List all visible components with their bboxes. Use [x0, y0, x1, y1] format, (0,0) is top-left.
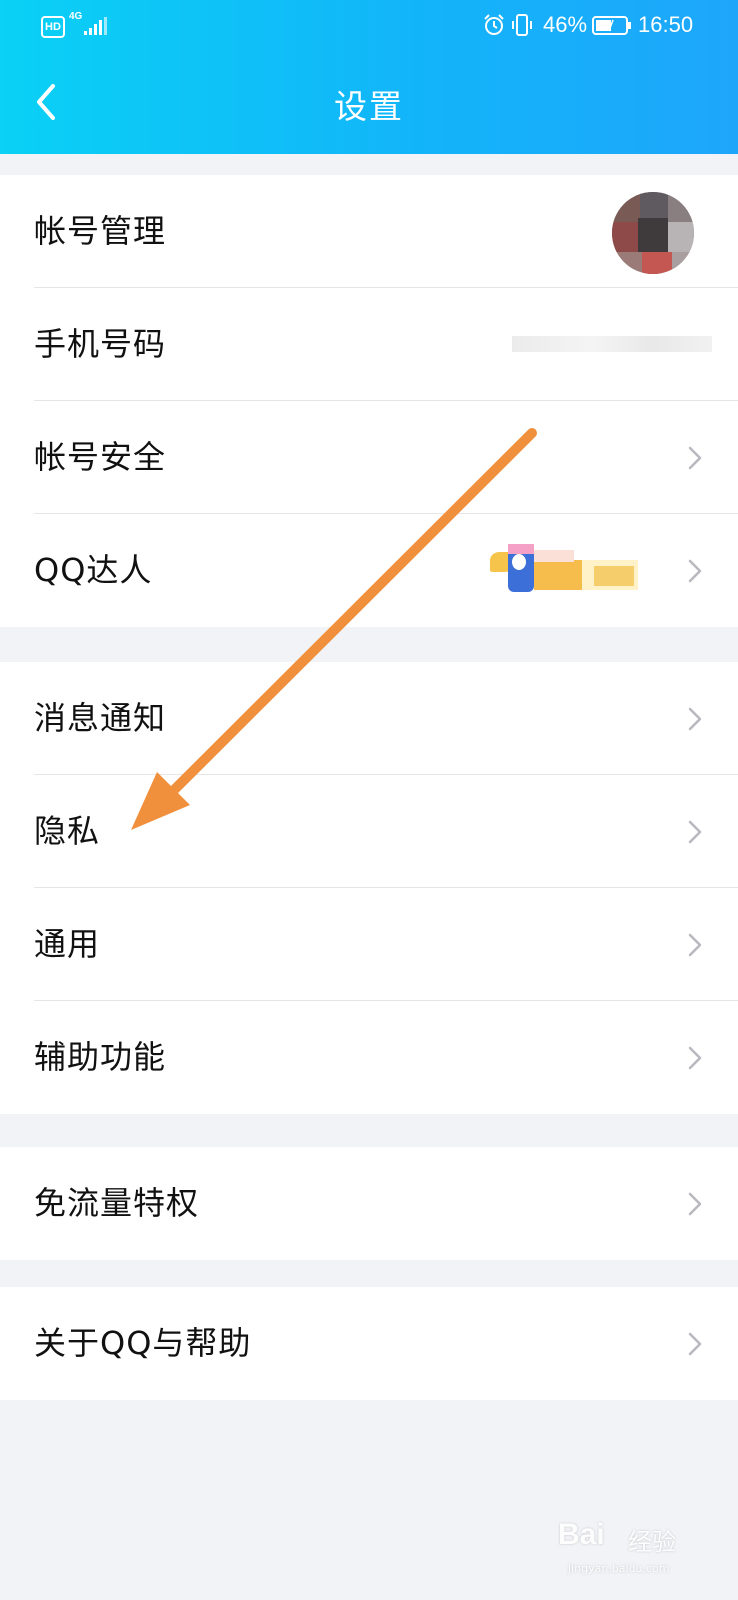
row-label: 通用: [34, 925, 101, 963]
baidu-watermark: Bai 经验 jingyan.baidu.com: [558, 1518, 718, 1580]
row-qq-daren[interactable]: QQ达人: [0, 514, 738, 627]
alarm-icon: [484, 14, 504, 35]
settings-group-general: 消息通知 隐私 通用 辅助功能: [0, 662, 738, 1114]
row-label: QQ达人: [34, 551, 153, 589]
chevron-right-icon: [688, 707, 702, 731]
row-label: 隐私: [34, 812, 101, 850]
signal-icon: [80, 17, 107, 35]
row-label: 帐号安全: [34, 438, 167, 476]
watermark-suffix: 经验: [628, 1528, 676, 1556]
app-header: HD 4G 46% 16:50 设置: [0, 0, 738, 154]
masked-phone-value: [512, 336, 712, 352]
watermark-url: jingyan.baidu.com: [568, 1562, 670, 1575]
clock: 16:50: [638, 12, 694, 37]
page-title: 设置: [334, 87, 404, 126]
row-label: 手机号码: [34, 325, 167, 363]
row-phone-number[interactable]: 手机号码: [0, 288, 738, 401]
row-label: 免流量特权: [34, 1184, 200, 1222]
row-label: 关于QQ与帮助: [34, 1324, 252, 1362]
settings-group-data: 免流量特权: [0, 1147, 738, 1260]
battery-percent: 46%: [543, 12, 588, 37]
battery-icon: [592, 16, 631, 35]
row-about-qq-help[interactable]: 关于QQ与帮助: [0, 1287, 738, 1400]
row-account-management[interactable]: 帐号管理: [0, 175, 738, 288]
row-account-security[interactable]: 帐号安全: [0, 401, 738, 514]
row-general[interactable]: 通用: [0, 888, 738, 1001]
chevron-right-icon: [688, 446, 702, 470]
qq-daren-badge: [490, 544, 670, 602]
row-message-notification[interactable]: 消息通知: [0, 662, 738, 775]
chevron-right-icon: [688, 820, 702, 844]
chevron-right-icon: [688, 933, 702, 957]
row-privacy[interactable]: 隐私: [0, 775, 738, 888]
hd-badge: HD: [41, 16, 65, 38]
settings-group-about: 关于QQ与帮助: [0, 1287, 738, 1400]
chevron-right-icon: [688, 1046, 702, 1070]
row-label: 消息通知: [34, 699, 167, 737]
row-free-data-privilege[interactable]: 免流量特权: [0, 1147, 738, 1260]
row-accessibility[interactable]: 辅助功能: [0, 1001, 738, 1114]
chevron-right-icon: [688, 559, 702, 583]
settings-group-account: 帐号管理 手机号码 帐号安全 QQ达人: [0, 175, 738, 627]
watermark-logo: Bai: [558, 1518, 605, 1551]
vibrate-icon: [512, 14, 532, 36]
row-label: 辅助功能: [34, 1038, 167, 1076]
row-label: 帐号管理: [34, 212, 167, 250]
avatar[interactable]: [612, 192, 694, 274]
status-bar: HD 4G 46% 16:50: [0, 0, 738, 50]
chevron-right-icon: [688, 1332, 702, 1356]
chevron-right-icon: [688, 1192, 702, 1216]
